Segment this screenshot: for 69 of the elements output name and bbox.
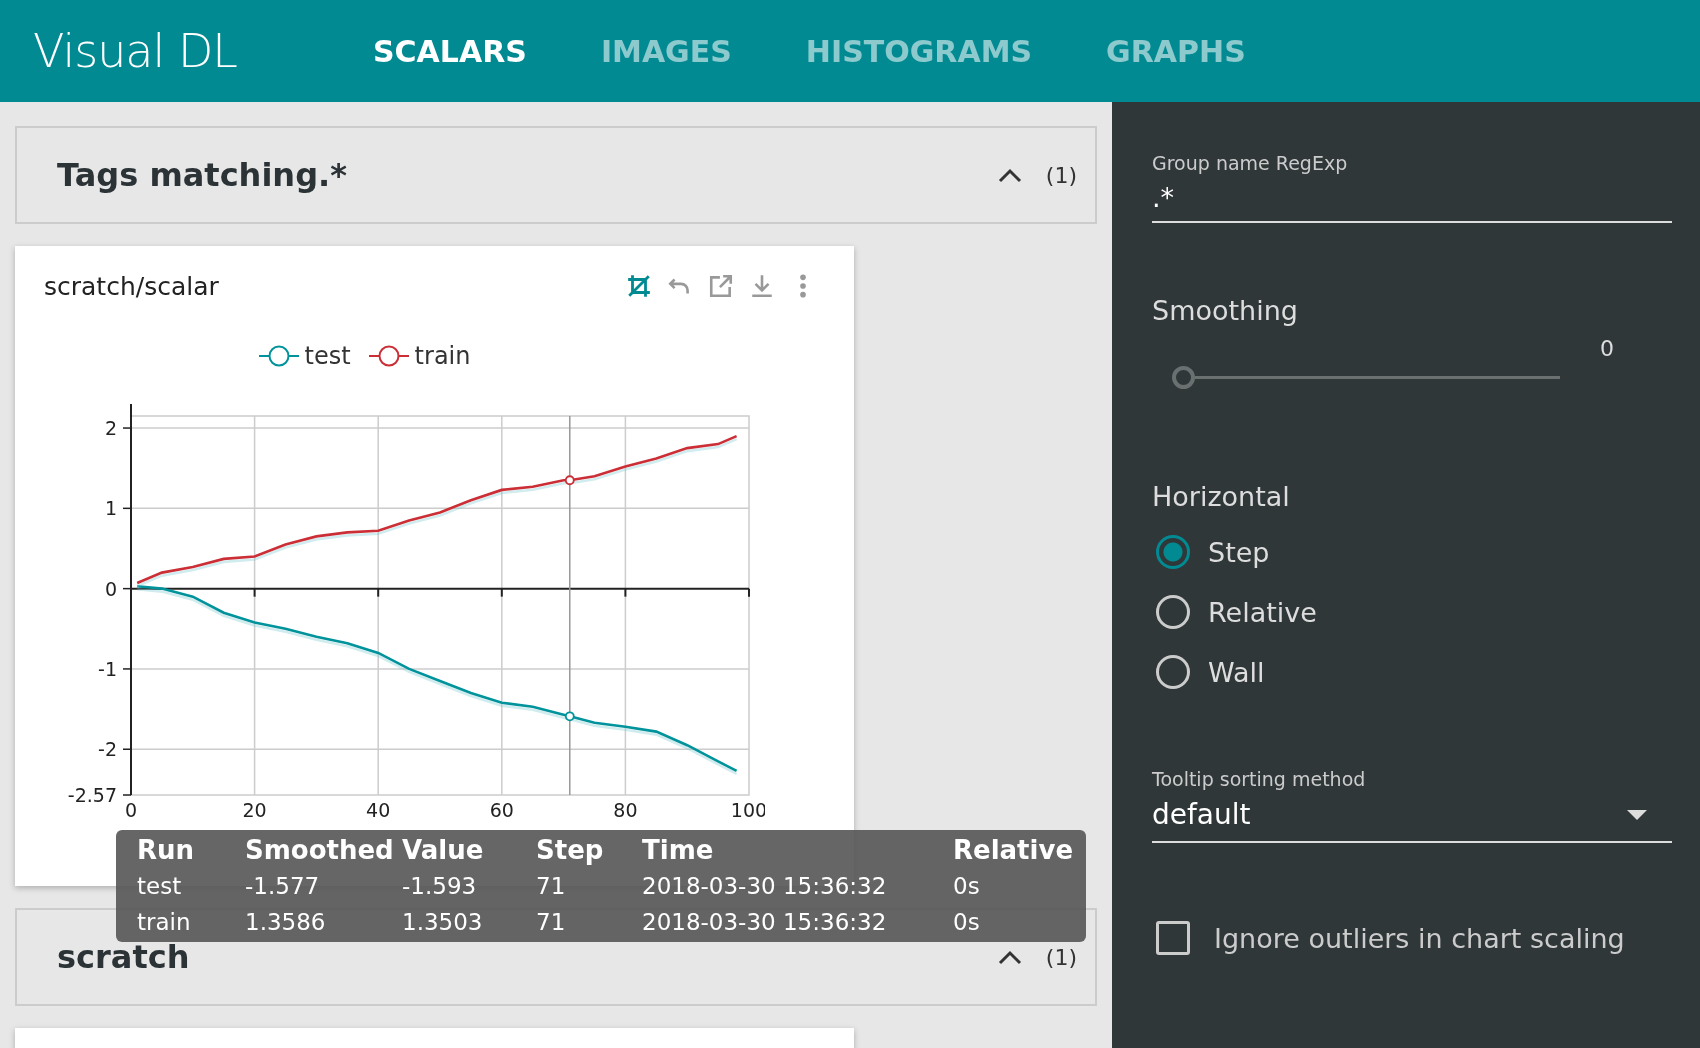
radio-label: Step [1208,536,1270,568]
regexp-field[interactable]: .* [1152,174,1672,223]
collapse-icon[interactable] [997,167,1022,183]
field-label: Group name RegExp [1152,152,1349,174]
nav-tab[interactable]: HISTOGRAMS [805,33,1033,69]
radio-button[interactable] [1156,535,1190,569]
nav-tab[interactable]: GRAPHS [1106,33,1246,69]
y-tick-label: 2 [104,417,117,440]
table-cell-text: 71 [536,909,567,935]
collapse-icon[interactable] [997,949,1022,965]
slider-value: 0 [1600,336,1614,361]
group-title: scratch [57,938,191,976]
legend-label: test [304,342,351,370]
checkbox[interactable] [1156,921,1190,955]
column-header: Run [137,835,196,865]
table-cell-text: -1.577 [245,873,321,899]
column-header: Step [536,835,605,865]
download-icon[interactable] [749,273,775,299]
chart-title: scratch/scalar [44,271,219,301]
hover-marker [564,475,575,486]
table-cell-text: 1.3586 [245,909,327,935]
table-cell-text: 2018-03-30 15:36:32 [642,909,888,935]
column-header: Value [402,835,485,865]
column-header: Time [642,835,715,865]
y-tick-label: -2 [98,738,117,761]
item-count: (1) [1045,162,1077,188]
radio-button[interactable] [1156,595,1190,629]
table-cell-text: 0s [953,909,981,935]
x-tick-label: 0 [124,799,138,821]
table-cell-text: test [137,873,183,899]
x-tick-label: 40 [366,799,391,821]
slider-thumb[interactable] [1172,366,1195,389]
legend-marker-icon [368,344,409,368]
x-tick-label: 20 [242,799,267,821]
dropdown-arrow-icon [1627,809,1647,820]
group-header[interactable]: Tags matching.* (1) [15,126,1097,224]
legend-marker-icon [258,344,299,368]
radio-label: Relative [1208,596,1317,628]
sort-dropdown[interactable]: default [1152,790,1672,843]
table-cell-text: 1.3503 [402,909,484,935]
radio-label: Wall [1208,656,1265,688]
group-title: Tags matching.* [57,156,348,194]
item-count: (1) [1045,944,1077,970]
y-tick-label: -2.57 [67,784,117,806]
x-tick-label: 80 [613,799,638,821]
column-header: Relative [953,835,1073,865]
y-tick-label: -1 [98,657,117,680]
nav-tab[interactable]: IMAGES [600,33,732,69]
legend-label: train [414,342,471,370]
external-link-icon[interactable] [708,273,734,299]
table-cell-text: train [137,909,192,935]
nav-tab[interactable]: SCALARS [373,33,527,69]
x-tick-label: 100 [730,799,765,821]
radio-button[interactable] [1156,655,1190,689]
section-label: Smoothing [1152,295,1299,326]
table-cell-text: 0s [953,873,981,899]
section-label: Horizontal [1152,481,1291,512]
table-cell-text: 71 [536,873,567,899]
hover-marker [564,711,575,722]
crop-icon[interactable] [626,273,652,299]
table-cell-text: 2018-03-30 15:36:32 [642,873,888,899]
table-cell-text: -1.593 [402,873,478,899]
checkbox-label: Ignore outliers in chart scaling [1214,922,1625,954]
field-label: Tooltip sorting method [1152,768,1367,790]
column-header: Smoothed [245,835,395,865]
y-tick-label: 0 [104,577,117,600]
y-tick-label: 1 [104,497,117,520]
app-logo[interactable]: Visual DL [0,24,373,78]
x-tick-label: 60 [489,799,514,821]
